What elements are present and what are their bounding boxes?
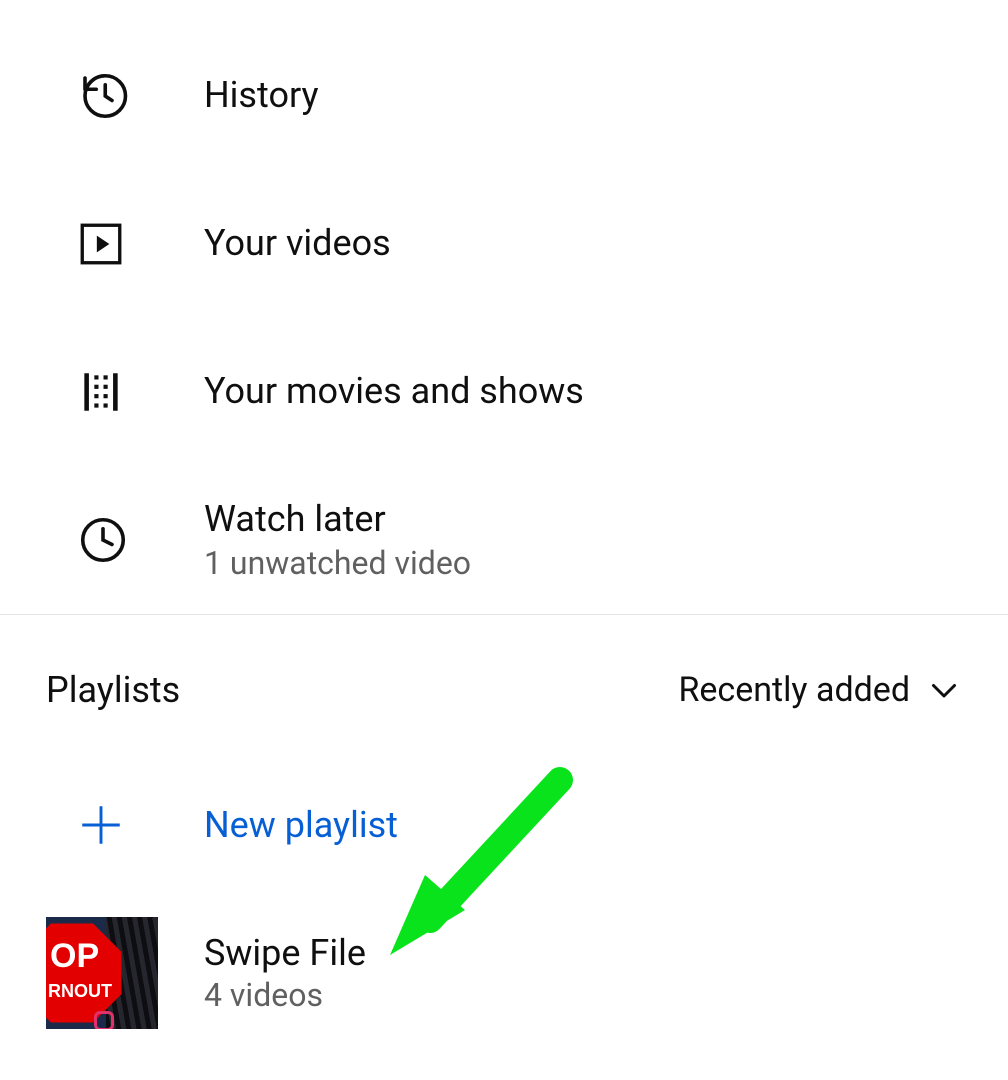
new-playlist-label: New playlist — [204, 804, 398, 846]
history-icon — [76, 69, 204, 123]
plus-icon — [76, 800, 204, 850]
film-icon — [76, 367, 204, 417]
playlist-title: Swipe File — [204, 932, 366, 974]
menu-item-label: Watch later — [204, 498, 471, 541]
playlist-item-swipe-file[interactable]: OP RNOUT Swipe File 4 videos — [0, 899, 1008, 1047]
menu-item-history[interactable]: History — [0, 22, 1008, 170]
menu-item-your-videos[interactable]: Your videos — [0, 170, 1008, 318]
library-menu: History Your videos — [0, 0, 1008, 614]
playlist-subtitle: 4 videos — [204, 976, 366, 1014]
new-playlist-button[interactable]: New playlist — [0, 751, 1008, 899]
menu-item-sublabel: 1 unwatched video — [204, 544, 471, 582]
clock-icon — [76, 513, 204, 567]
playlists-header: Playlists Recently added — [0, 615, 1008, 725]
menu-item-your-movies[interactable]: Your movies and shows — [0, 318, 1008, 466]
menu-item-label: Your videos — [204, 222, 391, 265]
playlist-thumbnail: OP RNOUT — [46, 917, 158, 1029]
menu-item-label: History — [204, 74, 319, 117]
playlists-sort-dropdown[interactable]: Recently added — [678, 670, 962, 710]
chevron-down-icon — [926, 672, 962, 708]
menu-item-watch-later[interactable]: Watch later 1 unwatched video — [0, 466, 1008, 614]
playlists-title: Playlists — [46, 669, 180, 711]
play-square-icon — [76, 219, 204, 269]
sort-label: Recently added — [678, 670, 910, 710]
menu-item-label: Your movies and shows — [204, 370, 584, 413]
